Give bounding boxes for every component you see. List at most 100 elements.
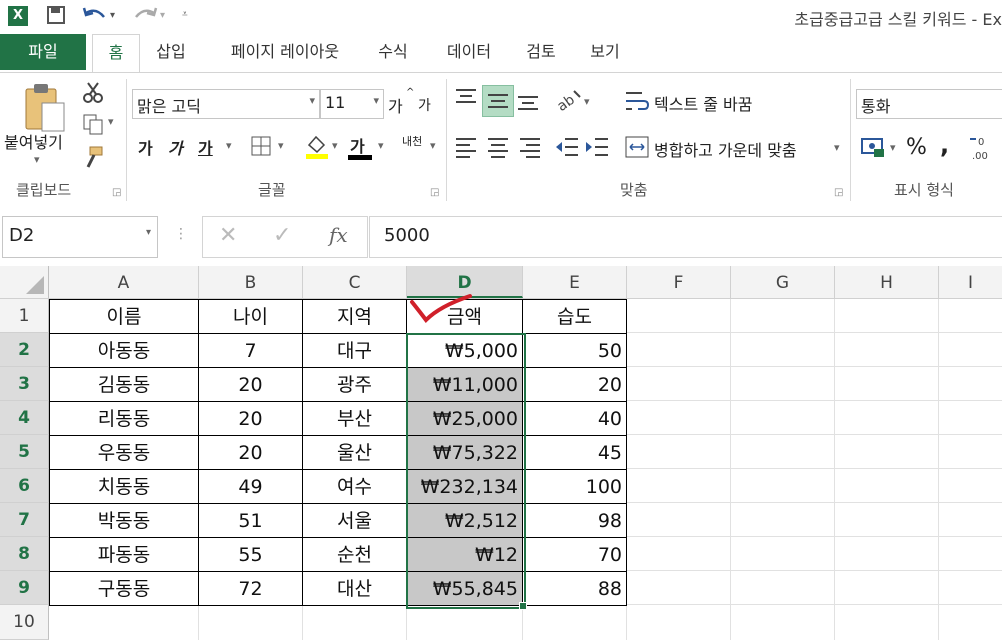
cell-b7[interactable]: 51 (199, 504, 303, 538)
align-top-icon[interactable] (454, 87, 478, 117)
cell-e3[interactable]: 20 (523, 368, 627, 402)
align-right-icon[interactable] (518, 135, 542, 163)
row-header-2[interactable]: 2 (0, 333, 49, 367)
redo-icon[interactable] (132, 5, 158, 29)
cell-c9[interactable]: 대산 (303, 572, 407, 606)
cell-b3[interactable]: 20 (199, 368, 303, 402)
font-launcher-icon[interactable]: ◲ (430, 187, 439, 198)
cell-e9[interactable]: 88 (523, 572, 627, 606)
cell-c3[interactable]: 광주 (303, 368, 407, 402)
cell-b8[interactable]: 55 (199, 538, 303, 572)
tab-formulas[interactable]: 수식 (368, 34, 418, 70)
cell-c7[interactable]: 서울 (303, 504, 407, 538)
align-middle-icon[interactable] (482, 85, 514, 117)
cell-e2[interactable]: 50 (523, 334, 627, 368)
insert-function-button[interactable]: fx (329, 223, 348, 247)
fill-color-dropdown-icon[interactable]: ▾ (332, 139, 338, 152)
decrease-indent-icon[interactable] (554, 135, 580, 163)
italic-button[interactable]: 가 (168, 135, 183, 159)
row-header-5[interactable]: 5 (0, 435, 49, 469)
merge-center-button[interactable]: 병합하고 가운데 맞춤 (654, 137, 797, 161)
cancel-icon[interactable]: ✕ (219, 223, 237, 248)
row-header-1[interactable]: 1 (0, 299, 49, 333)
borders-dropdown-icon[interactable]: ▾ (278, 139, 284, 152)
cell-a6[interactable]: 치동동 (50, 470, 199, 504)
grow-font-button[interactable]: 가 (388, 93, 403, 117)
column-header-c[interactable]: C (303, 266, 407, 298)
cell-a9[interactable]: 구동동 (50, 572, 199, 606)
cell-b9[interactable]: 72 (199, 572, 303, 606)
cut-icon[interactable] (82, 81, 104, 107)
row-header-7[interactable]: 7 (0, 503, 49, 537)
column-header-h[interactable]: H (835, 266, 939, 298)
font-color-dropdown-icon[interactable]: ▾ (378, 139, 384, 152)
cell-c2[interactable]: 대구 (303, 334, 407, 368)
cell-e4[interactable]: 40 (523, 402, 627, 436)
number-format-select[interactable]: 통화 (856, 89, 1002, 119)
select-all-corner[interactable] (0, 266, 49, 298)
align-bottom-icon[interactable] (516, 87, 540, 117)
align-left-icon[interactable] (454, 135, 478, 163)
row-header-10[interactable]: 10 (0, 605, 49, 640)
cell-e6[interactable]: 100 (523, 470, 627, 504)
font-color-button[interactable]: 가 (350, 133, 365, 157)
comma-button[interactable]: , (940, 131, 949, 159)
cell-a7[interactable]: 박동동 (50, 504, 199, 538)
align-center-icon[interactable] (486, 135, 510, 163)
paste-button[interactable]: 붙여넣기 (4, 129, 63, 153)
wrap-text-button[interactable]: 텍스트 줄 바꿈 (654, 91, 753, 115)
tab-data[interactable]: 데이터 (436, 34, 502, 70)
enter-icon[interactable]: ✓ (273, 223, 291, 248)
cell-c4[interactable]: 부산 (303, 402, 407, 436)
cell-e8[interactable]: 70 (523, 538, 627, 572)
formula-bar-grip-icon[interactable]: ⋮ (174, 226, 188, 242)
column-header-f[interactable]: F (627, 266, 731, 298)
font-size-select[interactable]: 11 ▾ (320, 89, 384, 119)
tab-page-layout[interactable]: 페이지 레이아웃 (210, 34, 360, 70)
table-header-name[interactable]: 이름 (50, 300, 199, 334)
row-header-3[interactable]: 3 (0, 367, 49, 401)
cell-c5[interactable]: 울산 (303, 436, 407, 470)
cell-e7[interactable]: 98 (523, 504, 627, 538)
redo-dropdown-icon[interactable]: ▾ (160, 10, 165, 21)
column-header-i[interactable]: I (939, 266, 1002, 298)
tab-insert[interactable]: 삽입 (146, 34, 196, 70)
merge-center-icon[interactable] (624, 135, 650, 163)
alignment-launcher-icon[interactable]: ◲ (834, 187, 843, 198)
cell-b5[interactable]: 20 (199, 436, 303, 470)
fill-color-icon[interactable] (304, 133, 330, 163)
table-header-humidity[interactable]: 습도 (523, 300, 627, 334)
wrap-text-icon[interactable] (624, 89, 650, 117)
cell-d8[interactable]: ₩12 (407, 538, 523, 572)
table-header-region[interactable]: 지역 (303, 300, 407, 334)
cell-a4[interactable]: 리동동 (50, 402, 199, 436)
cell-a8[interactable]: 파동동 (50, 538, 199, 572)
merge-center-dropdown-icon[interactable]: ▾ (834, 141, 840, 154)
tab-review[interactable]: 검토 (516, 34, 566, 70)
tab-view[interactable]: 보기 (580, 34, 630, 70)
copy-icon[interactable] (82, 113, 104, 139)
orientation-icon[interactable]: ab (554, 87, 584, 117)
cell-b2[interactable]: 7 (199, 334, 303, 368)
cell-c8[interactable]: 순천 (303, 538, 407, 572)
column-header-a[interactable]: A (49, 266, 199, 298)
column-header-e[interactable]: E (523, 266, 627, 298)
cell-a2[interactable]: 아동동 (50, 334, 199, 368)
undo-dropdown-icon[interactable]: ▾ (110, 10, 115, 21)
fill-handle[interactable] (519, 602, 527, 610)
increase-indent-icon[interactable] (584, 135, 610, 163)
increase-decimal-icon[interactable]: 0.00 (968, 133, 1002, 167)
cell-a3[interactable]: 김동동 (50, 368, 199, 402)
name-box[interactable]: D2 ▾ (2, 216, 158, 258)
cell-d2[interactable]: ₩5,000 (407, 334, 523, 368)
cell-d5[interactable]: ₩75,322 (407, 436, 523, 470)
cell-c6[interactable]: 여수 (303, 470, 407, 504)
column-header-b[interactable]: B (199, 266, 303, 298)
customize-qat-icon[interactable]: ⩡ (182, 9, 188, 20)
font-name-select[interactable]: 맑은 고딕 ▾ (132, 89, 320, 119)
undo-icon[interactable] (82, 5, 108, 29)
copy-dropdown-icon[interactable]: ▾ (108, 115, 114, 128)
bold-button[interactable]: 가 (138, 135, 153, 159)
cell-d3[interactable]: ₩11,000 (407, 368, 523, 402)
row-header-6[interactable]: 6 (0, 469, 49, 503)
